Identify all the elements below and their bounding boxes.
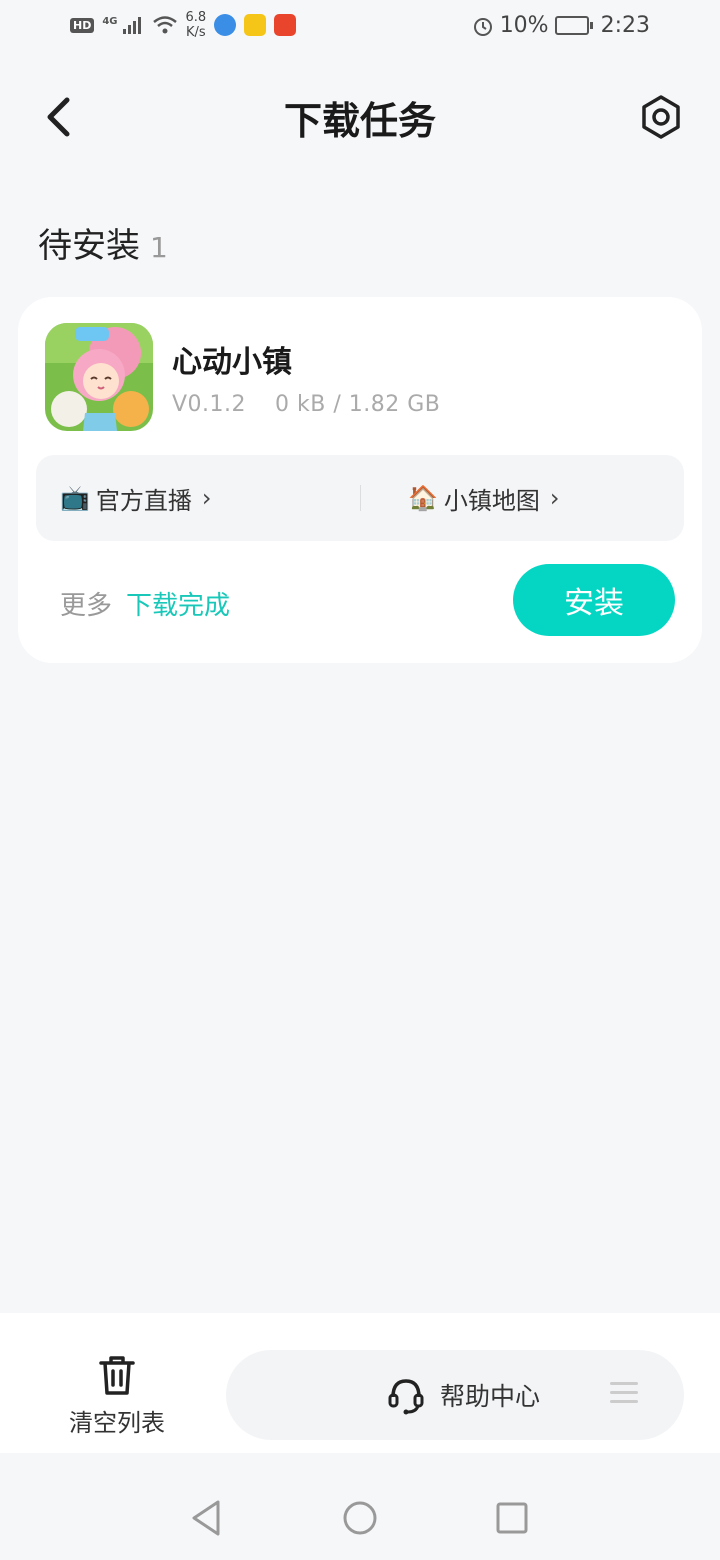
town-map-label: 小镇地图 [443, 486, 540, 515]
tv-icon: 📺 [60, 484, 90, 512]
browser-app-icon [214, 14, 237, 36]
page-title: 下载任务 [283, 99, 436, 143]
more-button[interactable]: 更多 [60, 585, 112, 622]
official-live-label: 官方直播 [95, 486, 192, 515]
status-bar-left: HD 4G 6.8 K/s [70, 10, 297, 40]
nav-back-icon[interactable] [188, 1498, 224, 1538]
quick-links: 📺 官方直播 › 🏠 小镇地图 › [36, 455, 684, 541]
section-label: 待安装 [38, 226, 140, 266]
network-speed: 6.8 K/s [186, 10, 207, 40]
weibo-app-icon [244, 14, 267, 36]
headset-icon [388, 1379, 424, 1415]
app-name: 心动小镇 [172, 345, 292, 380]
help-center-button[interactable]: 帮助中心 [226, 1350, 684, 1440]
status-bar: HD 4G 6.8 K/s 10% 2:23 [0, 0, 720, 58]
menu-icon[interactable] [610, 1382, 638, 1409]
house-icon: 🏠 [408, 484, 438, 512]
speed-unit: K/s [186, 25, 206, 40]
status-bar-right: 10% 2:23 [472, 13, 650, 38]
speed-value: 6.8 [185, 10, 207, 25]
download-size: 0 kB / 1.82 GB [275, 392, 441, 417]
download-task-card: 心动小镇 V0.1.2 0 kB / 1.82 GB 📺 官方直播 › 🏠 小镇… [18, 297, 702, 663]
system-navigation-bar [0, 1460, 720, 1560]
install-button[interactable]: 安装 [513, 564, 675, 636]
download-status: 下载完成 [126, 591, 231, 621]
clock-time: 2:23 [600, 13, 650, 38]
news-app-icon [274, 14, 297, 36]
divider [360, 485, 361, 511]
chevron-right-icon: › [549, 484, 560, 512]
bottom-action-bar: 清空列表 帮助中心 [0, 1313, 720, 1453]
app-meta: V0.1.2 0 kB / 1.82 GB [172, 392, 440, 417]
settings-icon[interactable] [638, 94, 684, 140]
chevron-right-icon: › [201, 484, 212, 512]
town-map-link[interactable]: 🏠 小镇地图 › [408, 455, 560, 541]
alarm-icon [473, 17, 492, 36]
help-center-label: 帮助中心 [440, 1382, 541, 1411]
hd-badge: HD [70, 17, 95, 33]
signal-icon [122, 17, 141, 34]
app-version: V0.1.2 [172, 392, 247, 417]
section-header: 待安装 1 [38, 218, 168, 267]
navigation-header: 下载任务 [0, 72, 720, 162]
network-type: 4G [102, 15, 118, 27]
clear-list-label: 清空列表 [69, 1409, 165, 1437]
help-center: 帮助中心 [386, 1350, 540, 1440]
nav-recents-icon[interactable] [494, 1498, 530, 1538]
section-count: 1 [150, 231, 168, 264]
official-live-link[interactable]: 📺 官方直播 › [60, 455, 212, 541]
wifi-icon [152, 16, 177, 34]
app-icon[interactable] [45, 323, 153, 431]
battery-percent: 10% [499, 13, 549, 38]
trash-icon [99, 1356, 135, 1395]
nav-home-icon[interactable] [342, 1498, 378, 1538]
clear-list-button[interactable]: 清空列表 [60, 1353, 174, 1438]
battery-icon [554, 16, 593, 35]
